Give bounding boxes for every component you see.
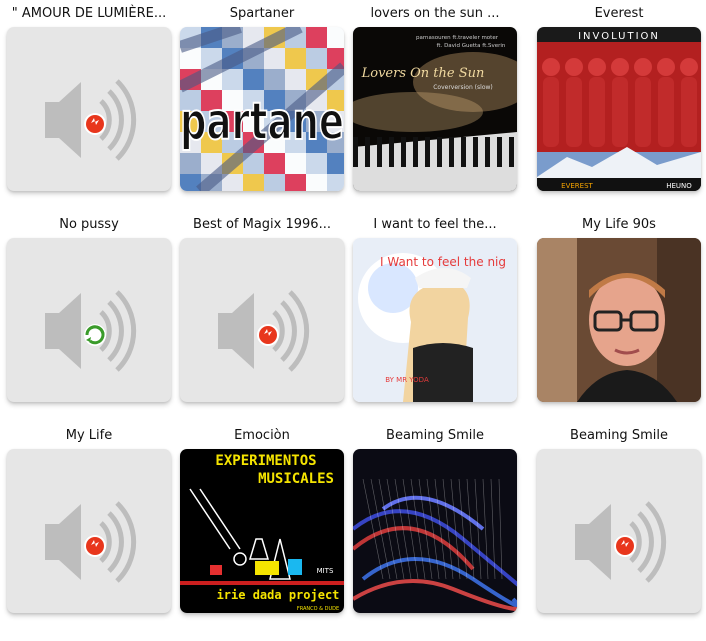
track-tile[interactable]: " AMOUR DE LUMIÈRE... (7, 1, 171, 191)
track-cover-art[interactable]: I Want to feel the nig BY MR YODA (353, 238, 517, 402)
track-title[interactable]: I want to feel the... (343, 212, 527, 238)
album-small-text: HEUNO (666, 182, 692, 190)
broken-media-icon (84, 113, 106, 135)
broken-media-icon (257, 324, 279, 346)
album-small-text: FRANCO & DUDE (297, 606, 339, 612)
track-tile[interactable]: My Life (7, 423, 171, 613)
track-cover-art[interactable]: EXPERIMENTOS MUSICALES MITS irie dada pr… (180, 449, 344, 613)
album-small-text: ft. David Guetta ft.Sverin (437, 43, 506, 49)
music-grid: " AMOUR DE LUMIÈRE... Spartaner partane … (0, 0, 706, 641)
track-tile[interactable]: Beaming Smile (537, 423, 701, 613)
broken-media-icon (614, 535, 636, 557)
track-title[interactable]: Emociòn (170, 423, 354, 449)
track-tile[interactable]: I want to feel the... I Want to feel the… (353, 212, 517, 402)
track-tile[interactable]: Best of Magix 1996... (180, 212, 344, 402)
album-small-text: irie dada project (217, 588, 340, 602)
track-tile[interactable]: No pussy (7, 212, 171, 402)
album-art-text: INVOLUTION (578, 31, 660, 42)
track-cover-art[interactable]: partane (180, 27, 344, 191)
album-small-text: MITS (317, 567, 334, 575)
track-title[interactable]: Beaming Smile (527, 423, 706, 449)
track-tile[interactable]: Beaming Smile (353, 423, 517, 613)
track-placeholder-thumbnail[interactable] (180, 238, 344, 402)
album-small-text: parnasouren ft.traveler moter (416, 35, 499, 41)
track-title[interactable]: " AMOUR DE LUMIÈRE... (0, 1, 181, 27)
album-art-text: I Want to feel the nig (380, 255, 506, 269)
album-art-text: partane (180, 92, 344, 152)
track-title[interactable]: No pussy (0, 212, 181, 238)
track-placeholder-thumbnail[interactable] (7, 27, 171, 191)
track-placeholder-thumbnail[interactable] (7, 238, 171, 402)
track-title[interactable]: Beaming Smile (343, 423, 527, 449)
track-cover-art[interactable] (537, 238, 701, 402)
album-small-text: BY MR YODA (385, 376, 429, 384)
track-title[interactable]: My Life (0, 423, 181, 449)
track-cover-art[interactable]: INVOLUTION EVEREST HEUNO (537, 27, 701, 191)
track-tile[interactable]: Emociòn EXPERIMENTOS MUSICALES MITS irie… (180, 423, 344, 613)
track-cover-art[interactable] (353, 449, 517, 613)
track-cover-art[interactable]: parnasouren ft.traveler moter ft. David … (353, 27, 517, 191)
album-art-text: Lovers On the Sun (361, 66, 485, 81)
track-title[interactable]: lovers on the sun ... (343, 1, 527, 27)
track-placeholder-thumbnail[interactable] (537, 449, 701, 613)
track-title[interactable]: My Life 90s (527, 212, 706, 238)
loading-icon (84, 324, 106, 346)
track-tile[interactable]: Spartaner partane (180, 1, 344, 191)
album-art-text: EXPERIMENTOS (215, 453, 316, 469)
album-small-text: Coverversion (slow) (433, 84, 493, 91)
broken-media-icon (84, 535, 106, 557)
album-small-text: MUSICALES (258, 471, 334, 487)
track-tile[interactable]: My Life 90s (537, 212, 701, 402)
album-small-text: EVEREST (561, 182, 593, 190)
track-tile[interactable]: lovers on the sun ... parnasouren ft.tra… (353, 1, 517, 191)
track-title[interactable]: Everest (527, 1, 706, 27)
track-title[interactable]: Spartaner (170, 1, 354, 27)
track-placeholder-thumbnail[interactable] (7, 449, 171, 613)
track-tile[interactable]: Everest INVOLUTION EVEREST HEUNO (537, 1, 701, 191)
track-title[interactable]: Best of Magix 1996... (170, 212, 354, 238)
